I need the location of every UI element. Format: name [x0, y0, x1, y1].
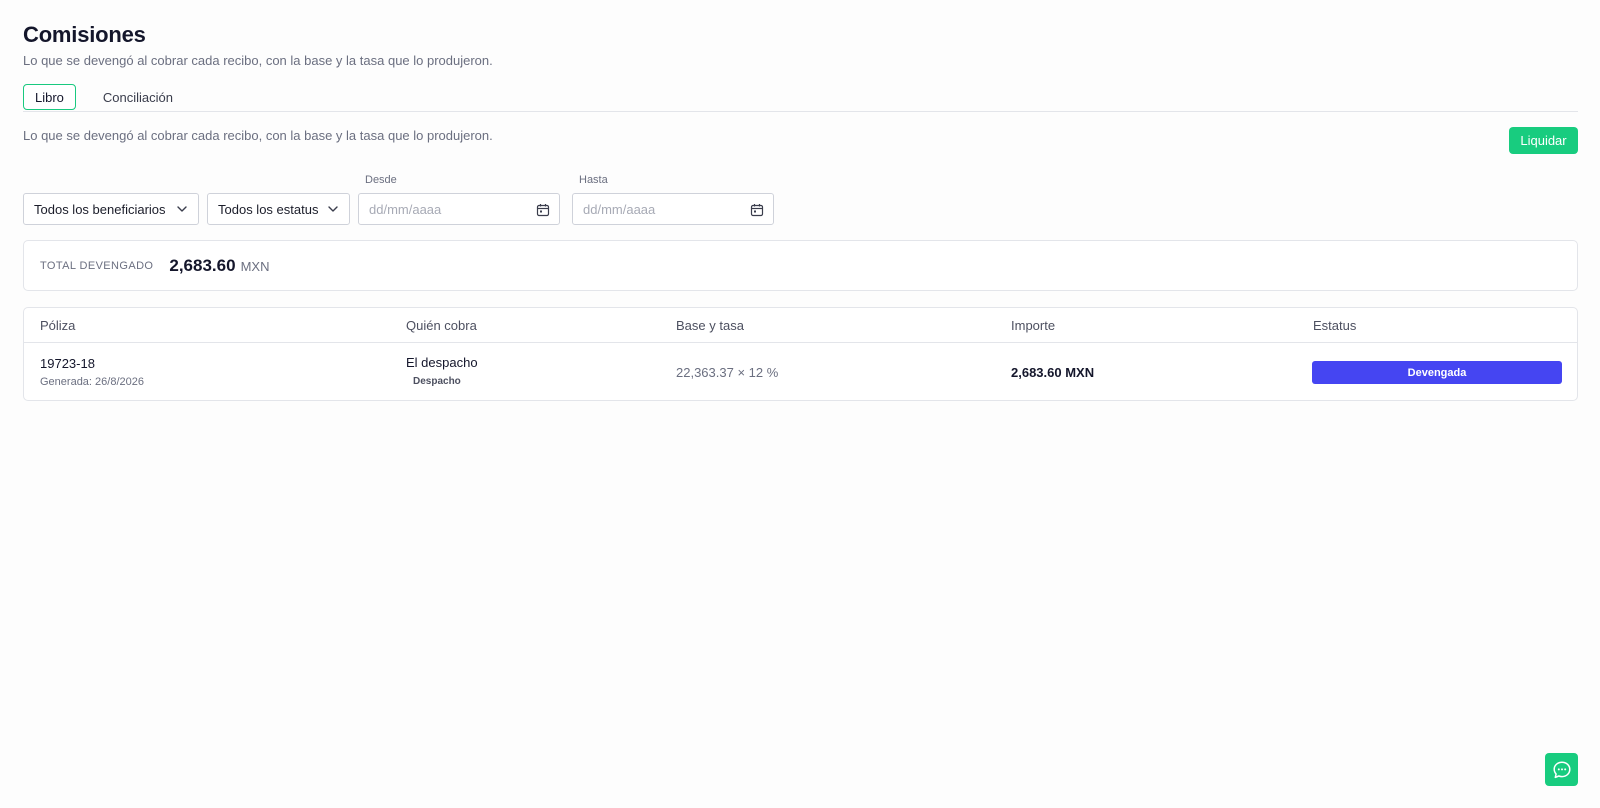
total-currency: MXN	[240, 259, 270, 274]
tab-libro[interactable]: Libro	[23, 84, 76, 110]
desde-placeholder: dd/mm/aaaa	[369, 201, 442, 217]
table-header: Póliza Quién cobra Base y tasa Importe E…	[24, 308, 1577, 343]
importe-value: 2,683.60 MXN	[1011, 365, 1095, 380]
page-subtitle: Lo que se devengó al cobrar cada recibo,…	[23, 53, 493, 68]
column-header-quien-cobra: Quién cobra	[406, 318, 477, 333]
hasta-date-field[interactable]: dd/mm/aaaa	[572, 193, 774, 225]
desde-label: Desde	[365, 174, 397, 186]
hasta-label: Hasta	[579, 174, 608, 186]
chat-icon	[1552, 760, 1571, 778]
column-header-poliza: Póliza	[40, 318, 76, 333]
comisiones-table: Póliza Quién cobra Base y tasa Importe E…	[23, 307, 1578, 401]
liquidar-button[interactable]: Liquidar	[1509, 127, 1578, 154]
base-y-tasa: 22,363.37 × 12 %	[676, 365, 779, 380]
total-label: Total devengado	[40, 259, 154, 272]
chevron-down-icon	[328, 206, 338, 212]
estatus-select[interactable]: Todos los estatus	[207, 193, 350, 225]
column-header-estatus: Estatus	[1313, 318, 1357, 333]
section-description: Lo que se devengó al cobrar cada recibo,…	[23, 128, 493, 143]
status-badge: Devengada	[1312, 361, 1562, 384]
quien-cobra-type-tag: Despacho	[413, 376, 461, 387]
poliza-number: 19723-18	[40, 356, 95, 371]
quien-cobra-name: El despacho	[406, 355, 478, 370]
column-header-base-tasa: Base y tasa	[676, 318, 744, 333]
comisiones-page: Comisiones Lo que se devengó al cobrar c…	[0, 0, 1600, 808]
chat-button[interactable]	[1545, 753, 1578, 786]
calendar-icon[interactable]	[536, 203, 550, 217]
total-value: 2,683.60	[169, 255, 236, 275]
estatus-select-value: Todos los estatus	[218, 201, 319, 217]
poliza-generated-date: Generada: 26/8/2026	[40, 376, 144, 388]
desde-date-field[interactable]: dd/mm/aaaa	[358, 193, 560, 225]
total-devengado-card: Total devengado 2,683.60 MXN	[23, 240, 1578, 291]
page-title: Comisiones	[23, 22, 146, 47]
column-header-importe: Importe	[1011, 318, 1056, 333]
tab-conciliacion[interactable]: Conciliación	[92, 84, 184, 110]
beneficiarios-select[interactable]: Todos los beneficiarios	[23, 193, 199, 225]
calendar-icon[interactable]	[750, 203, 764, 217]
tab-bar: Libro Conciliación	[23, 84, 1578, 112]
beneficiarios-select-value: Todos los beneficiarios	[34, 201, 166, 217]
hasta-placeholder: dd/mm/aaaa	[583, 201, 656, 217]
chevron-down-icon	[177, 206, 187, 212]
